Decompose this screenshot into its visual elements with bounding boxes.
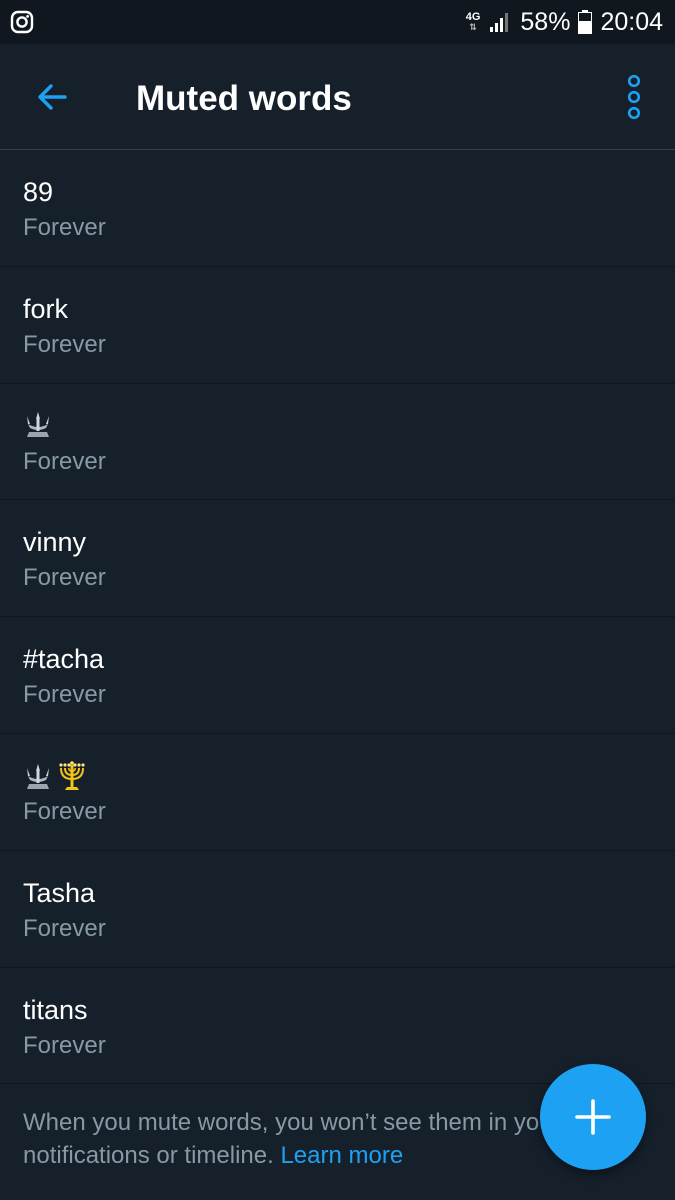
- muted-word: [23, 410, 53, 440]
- mute-duration: Forever: [23, 1031, 106, 1059]
- battery-icon: [578, 10, 593, 34]
- status-bar: 4G ⇅ 58% 20:04: [0, 0, 675, 44]
- muted-word: vinny: [23, 527, 87, 558]
- mute-duration: Forever: [23, 214, 106, 241]
- muted-word-item[interactable]: #tacha Forever: [0, 617, 675, 734]
- data-arrows-icon: ⇅: [469, 22, 477, 32]
- instagram-icon: [10, 10, 34, 34]
- clock: 20:04: [600, 7, 663, 36]
- muted-word-item[interactable]: 89 Forever: [0, 150, 675, 267]
- mute-duration: Forever: [23, 914, 106, 942]
- muted-word: titans: [23, 994, 88, 1025]
- muted-words-list: 89 Forever fork Forever Forever vinny Fo…: [0, 150, 675, 1085]
- more-vertical-icon: [627, 75, 641, 119]
- network-indicator: 4G ⇅: [465, 11, 481, 33]
- muted-word: Tasha: [23, 877, 96, 908]
- arrow-left-icon: [38, 84, 67, 110]
- plus-icon: [575, 1099, 611, 1135]
- signal-icon: [490, 13, 509, 32]
- muted-word: [23, 760, 89, 794]
- battery-percent: 58%: [520, 7, 571, 36]
- network-type: 4G: [465, 11, 481, 23]
- muted-word: fork: [23, 293, 69, 324]
- muted-word-item[interactable]: Tasha Forever: [0, 851, 675, 968]
- trident-emoji-icon: [27, 411, 49, 437]
- more-options-button[interactable]: [610, 69, 658, 125]
- muted-word-item[interactable]: fork Forever: [0, 267, 675, 384]
- menorah-emoji-icon: [59, 761, 85, 790]
- app-bar: Muted words: [0, 44, 675, 150]
- learn-more-link[interactable]: Learn more: [280, 1142, 403, 1169]
- muted-word-item[interactable]: Forever: [0, 384, 675, 501]
- back-button[interactable]: [24, 69, 80, 125]
- mute-duration: Forever: [23, 797, 106, 825]
- add-muted-word-button[interactable]: [540, 1064, 646, 1170]
- muted-word: #tacha: [23, 644, 105, 675]
- mute-duration: Forever: [23, 330, 106, 358]
- mute-duration: Forever: [23, 447, 106, 475]
- mute-duration: Forever: [23, 681, 106, 709]
- muted-word-item[interactable]: vinny Forever: [0, 500, 675, 618]
- trident-emoji-icon: [27, 763, 49, 789]
- page-title: Muted words: [136, 79, 352, 118]
- muted-word: 89: [23, 177, 54, 207]
- mute-duration: Forever: [23, 564, 106, 592]
- muted-word-item[interactable]: Forever: [0, 734, 675, 851]
